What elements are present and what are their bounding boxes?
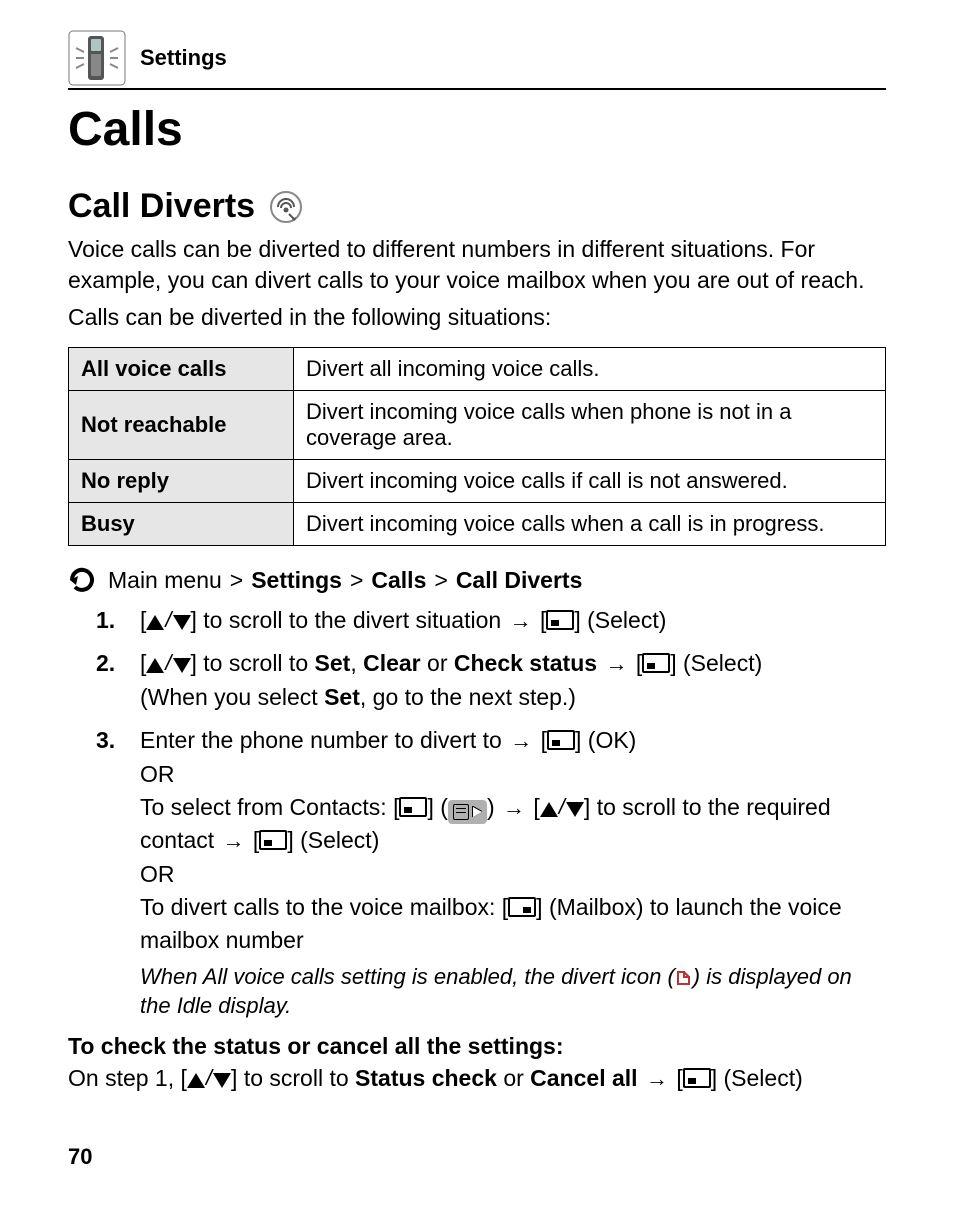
crumb-main: Main menu <box>108 567 222 594</box>
arrow-right-icon: → <box>503 797 525 819</box>
page-title: Calls <box>68 102 886 157</box>
section-label: Settings <box>140 45 227 71</box>
table-row: No reply Divert incoming voice calls if … <box>69 460 886 503</box>
left-softkey-icon <box>546 610 574 630</box>
label-status-check: Status check <box>355 1065 497 1091</box>
nav-up-icon <box>146 658 164 673</box>
nav-down-icon <box>213 1073 231 1088</box>
text: , <box>350 650 356 676</box>
text-or: OR <box>140 861 175 887</box>
steps-list: [/] to scroll to the divert situation → … <box>96 604 886 1021</box>
divert-situations-table: All voice calls Divert all incoming voic… <box>68 347 886 546</box>
left-softkey-icon <box>642 653 670 673</box>
crumb-sep: > <box>434 567 447 594</box>
left-softkey-icon <box>547 730 575 750</box>
nav-up-icon <box>187 1073 205 1088</box>
text: to scroll to <box>244 1065 349 1091</box>
text: , go to the next step.) <box>360 684 576 710</box>
step-2: [/] to scroll to Set, Clear or Check sta… <box>96 647 886 714</box>
text: to scroll to <box>203 650 308 676</box>
row-desc: Divert all incoming voice calls. <box>294 348 886 391</box>
row-label: All voice calls <box>69 348 294 391</box>
section-subtitle: Call Diverts <box>68 187 255 226</box>
network-dependent-icon <box>269 190 303 224</box>
step-1: [/] to scroll to the divert situation → … <box>96 604 886 637</box>
header: Settings <box>68 30 886 90</box>
text: To select from Contacts: <box>140 794 387 820</box>
nav-down-icon <box>566 802 584 817</box>
right-softkey-icon <box>508 897 536 917</box>
text: (Select) <box>300 827 379 853</box>
label-clear: Clear <box>363 650 421 676</box>
arrow-right-icon: → <box>605 653 627 675</box>
text: (Select) <box>683 650 762 676</box>
left-softkey-icon <box>399 797 427 817</box>
text: or <box>503 1065 523 1091</box>
step-3: Enter the phone number to divert to → []… <box>96 724 886 1021</box>
arrow-right-icon: → <box>510 610 532 632</box>
text: or <box>427 650 447 676</box>
text: (When you select <box>140 684 318 710</box>
table-row: Busy Divert incoming voice calls when a … <box>69 503 886 546</box>
row-desc: Divert incoming voice calls if call is n… <box>294 460 886 503</box>
left-softkey-icon <box>259 830 287 850</box>
row-label: No reply <box>69 460 294 503</box>
contacts-shortcut-icon <box>448 800 487 824</box>
note: When All voice calls setting is enabled,… <box>140 962 886 1021</box>
page-number: 70 <box>68 1144 886 1170</box>
check-body: On step 1, [/] to scroll to Status check… <box>68 1062 886 1094</box>
crumb-calls: Calls <box>371 567 426 594</box>
row-desc: Divert incoming voice calls when a call … <box>294 503 886 546</box>
crumb-sep: > <box>350 567 363 594</box>
label-cancel-all: Cancel all <box>530 1065 637 1091</box>
menu-breadcrumb: Main menu > Settings > Calls > Call Dive… <box>68 566 886 594</box>
check-heading: To check the status or cancel all the se… <box>68 1033 886 1060</box>
arrow-right-icon: → <box>510 730 532 752</box>
text: When All voice calls setting is enabled,… <box>140 964 661 989</box>
crumb-settings: Settings <box>251 567 342 594</box>
divert-status-icon <box>675 965 693 983</box>
text: To divert calls to the voice mailbox: <box>140 894 495 920</box>
row-label: Not reachable <box>69 391 294 460</box>
arrow-right-icon: → <box>646 1068 668 1090</box>
crumb-sep: > <box>230 567 243 594</box>
arrow-right-icon: → <box>223 830 245 852</box>
row-label: Busy <box>69 503 294 546</box>
nav-up-icon <box>146 615 164 630</box>
label-check-status: Check status <box>454 650 597 676</box>
intro-paragraph-1: Voice calls can be diverted to different… <box>68 234 886 296</box>
table-row: Not reachable Divert incoming voice call… <box>69 391 886 460</box>
text: (Select) <box>724 1065 803 1091</box>
goto-arrow-icon <box>68 566 96 594</box>
table-row: All voice calls Divert all incoming voic… <box>69 348 886 391</box>
text: (Select) <box>587 607 666 633</box>
intro-paragraph-2: Calls can be diverted in the following s… <box>68 302 886 333</box>
text-or: OR <box>140 761 175 787</box>
crumb-diverts: Call Diverts <box>456 567 583 594</box>
text: to scroll to the divert situation <box>203 607 501 633</box>
nav-down-icon <box>173 615 191 630</box>
text: On step 1, <box>68 1065 174 1091</box>
nav-down-icon <box>173 658 191 673</box>
row-desc: Divert incoming voice calls when phone i… <box>294 391 886 460</box>
phone-icon <box>68 30 126 86</box>
label-set: Set <box>315 650 351 676</box>
text: Enter the phone number to divert to <box>140 727 502 753</box>
left-softkey-icon <box>683 1068 711 1088</box>
label-set: Set <box>324 684 360 710</box>
text: (OK) <box>588 727 637 753</box>
nav-up-icon <box>540 802 558 817</box>
